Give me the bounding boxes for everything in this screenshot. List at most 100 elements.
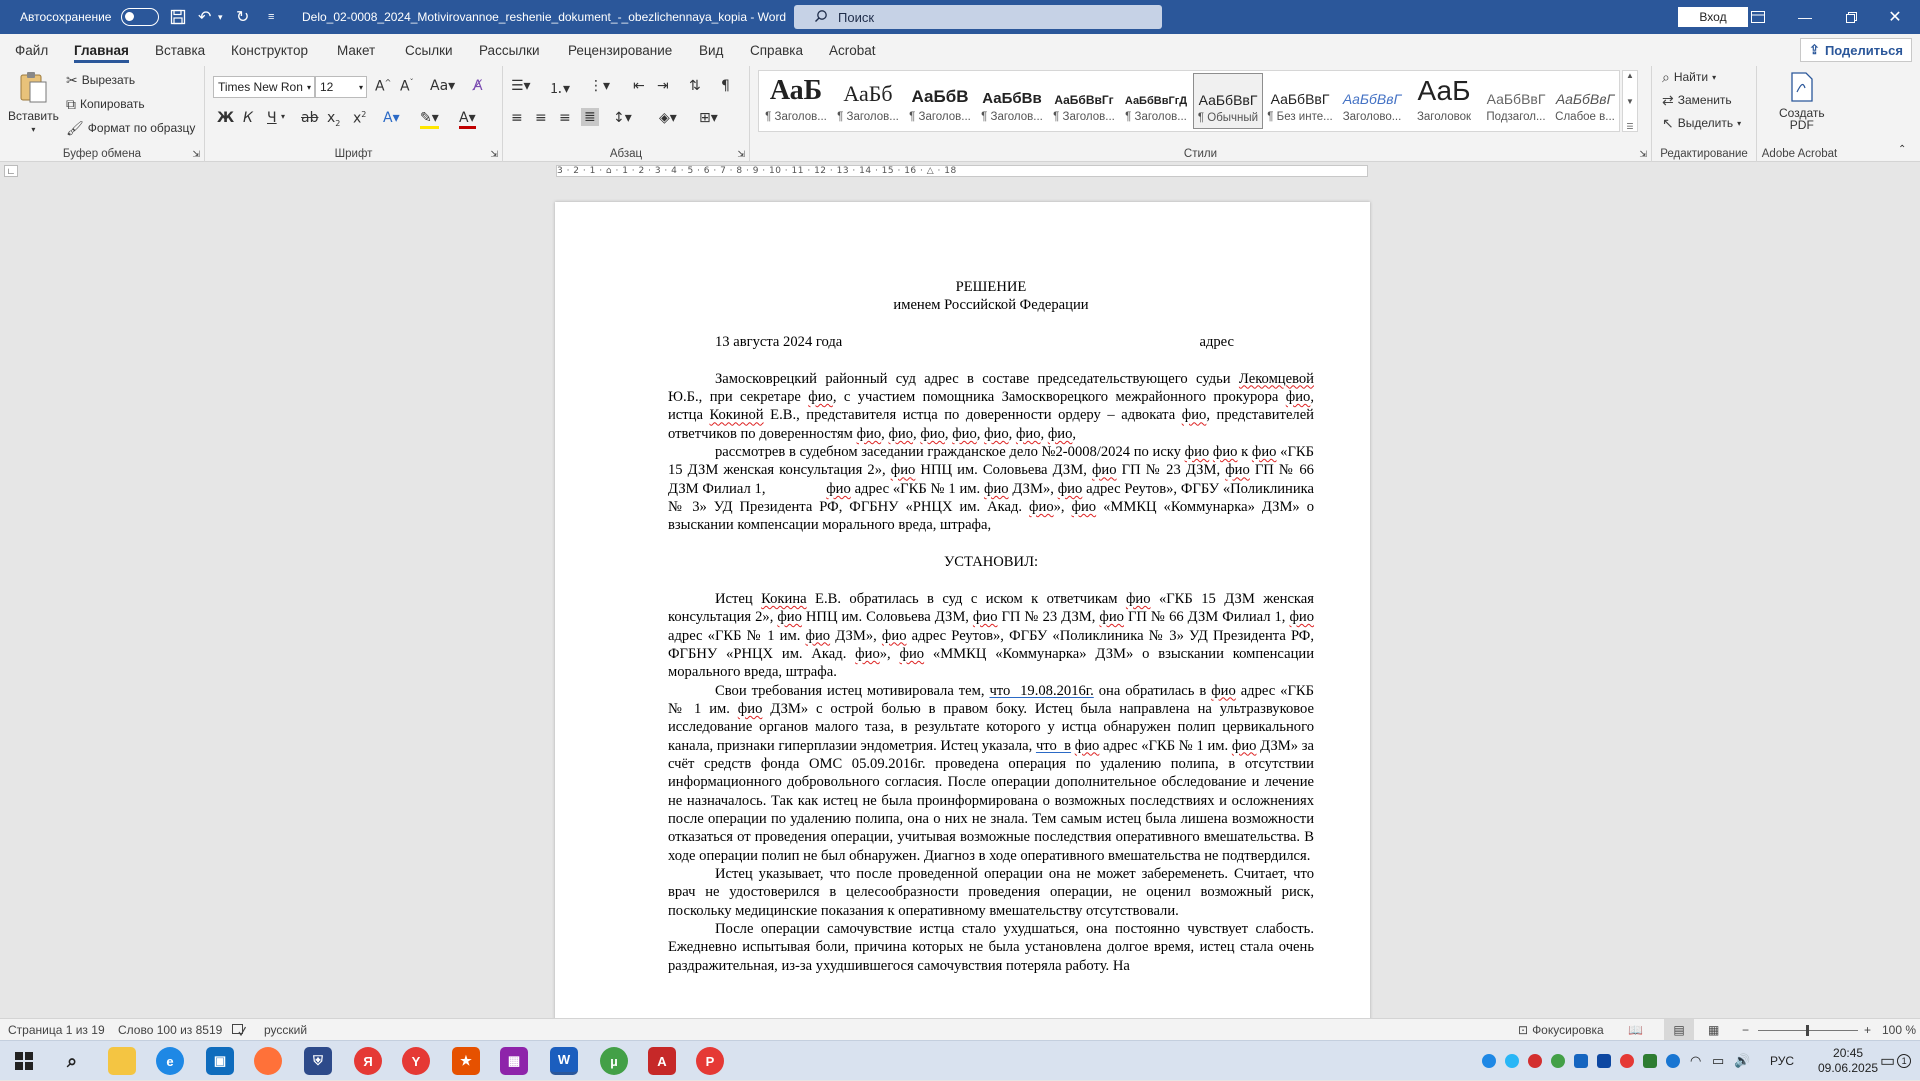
sort-icon[interactable]: ⇅ [689,78,701,94]
reader-icon[interactable]: P [696,1047,724,1075]
tab-help[interactable]: Справка [750,34,803,66]
tray-shield-icon[interactable] [1643,1054,1657,1068]
print-layout-icon[interactable]: ▤ [1664,1019,1694,1041]
change-case-icon[interactable]: Aa▾ [430,78,455,94]
chevron-down-icon[interactable]: ▼ [1626,97,1634,106]
read-mode-icon[interactable]: 📖 [1628,1019,1643,1041]
battery-icon[interactable]: ▭ [1712,1041,1724,1081]
zoom-slider[interactable] [1758,1019,1858,1041]
bullets-icon[interactable]: ☰▾ [511,78,531,94]
input-language[interactable]: РУС [1770,1041,1794,1081]
tab-home[interactable]: Главная [74,34,129,66]
word-icon[interactable]: W [550,1047,578,1075]
save-icon[interactable] [170,0,186,34]
chevron-up-icon[interactable]: ▲ [1626,71,1634,80]
document-workspace[interactable]: РЕШЕНИЕ именем Российской Федерации 13 а… [0,180,1920,1018]
notifications-button[interactable]: ▭ 1 [1880,1041,1912,1081]
justify-icon[interactable]: ≣ [581,108,599,126]
horizontal-ruler[interactable]: 3 · 2 · 1 · ⌂ · 1 · 2 · 3 · 4 · 5 · 6 · … [556,165,1368,177]
style-no-spacing[interactable]: АаБбВвГ ¶ Без инте... [1265,73,1335,129]
bold-icon[interactable]: Ж [217,110,234,126]
zoom-level[interactable]: 100 % [1882,1019,1916,1041]
yandex-browser-icon[interactable]: Y [402,1047,430,1075]
minimize-icon[interactable]: — [1782,0,1828,34]
align-center-icon[interactable]: ≡ [535,110,547,126]
word-count[interactable]: Слово 100 из 8519 [118,1019,222,1041]
file-explorer-icon[interactable] [108,1047,136,1075]
zoom-out-icon[interactable]: − [1742,1019,1749,1041]
tab-selector-icon[interactable]: ∟ [4,165,18,177]
format-painter-button[interactable]: 🖌 Формат по образцу [66,121,195,135]
style-heading-alt[interactable]: АаБбВвГ Заголово... [1337,73,1407,129]
autosave-toggle[interactable] [121,8,160,26]
select-button[interactable]: ↖ Выделить ▾ [1662,116,1741,130]
line-spacing-icon[interactable]: ↕▾ [613,110,632,126]
tray-torrent-icon[interactable] [1551,1054,1565,1068]
style-title[interactable]: АаБ Заголовок [1409,73,1479,129]
clear-formatting-icon[interactable]: A̸ [473,78,483,94]
tab-mailings[interactable]: Рассылки [479,34,540,66]
document-body[interactable]: РЕШЕНИЕ именем Российской Федерации 13 а… [668,278,1314,975]
style-heading-2[interactable]: АаБб ¶ Заголов... [833,73,903,129]
tab-acrobat[interactable]: Acrobat [829,34,876,66]
tray-grid-icon[interactable] [1574,1054,1588,1068]
shrink-font-icon[interactable]: Aˇ [400,78,414,95]
paragraph-launcher-icon[interactable]: ⇲ [737,150,745,160]
find-button[interactable]: ⌕ Найти ▾ [1662,70,1716,84]
undo-dropdown-icon[interactable]: ▾ [218,0,223,34]
page-count[interactable]: Страница 1 из 19 [8,1019,105,1041]
torrent-icon[interactable]: µ [600,1047,628,1075]
more-styles-icon[interactable]: ☰ [1626,122,1633,131]
numbering-icon[interactable]: ⒈▾ [549,78,570,98]
multilevel-list-icon[interactable]: ⋮▾ [589,78,610,94]
borders-icon[interactable]: ⊞▾ [699,110,718,126]
superscript-icon[interactable]: x2 [353,110,366,127]
styles-gallery-scroll[interactable]: ▲ ▼ ☰ [1622,70,1638,132]
collapse-ribbon-icon[interactable]: ⌃ [1898,144,1906,155]
search-icon[interactable]: ⌕ [58,1047,86,1075]
tab-view[interactable]: Вид [699,34,723,66]
grow-font-icon[interactable]: A^ [375,78,391,95]
style-normal[interactable]: АаБбВвГ ¶ Обычный [1193,73,1263,129]
language-indicator[interactable]: русский [264,1019,307,1041]
wifi-icon[interactable]: ◠ [1690,1041,1701,1081]
align-right-icon[interactable]: ≡ [559,110,571,126]
copy-button[interactable]: ⧉ Копировать [66,97,145,111]
autosave-control[interactable]: Автосохранение [20,0,160,34]
font-size-select[interactable]: 12 ▾ [315,76,367,98]
create-pdf-button[interactable]: Создать PDF [1779,72,1825,132]
tab-references[interactable]: Ссылки [405,34,453,66]
tray-app-icon[interactable] [1482,1054,1496,1068]
underline-icon[interactable]: Ч [267,110,277,126]
underline-dropdown-icon[interactable]: ▾ [281,112,285,121]
firefox-icon[interactable] [254,1047,282,1075]
align-left-icon[interactable]: ≡ [511,110,523,126]
tab-design[interactable]: Конструктор [231,34,308,66]
tab-layout[interactable]: Макет [337,34,375,66]
ribbon-display-options-icon[interactable] [1735,0,1781,34]
tab-file[interactable]: Файл [15,34,48,66]
shield-app-icon[interactable]: ⛨ [304,1047,332,1075]
proofing-icon[interactable] [232,1019,246,1041]
redo-icon[interactable]: ↻ [236,0,249,34]
style-heading-6[interactable]: АаБбВвГгД ¶ Заголов... [1121,73,1191,129]
increase-indent-icon[interactable]: ⇥ [657,78,669,94]
document-page[interactable]: РЕШЕНИЕ именем Российской Федерации 13 а… [555,202,1370,1018]
style-subtle-emphasis[interactable]: АаБбВвГ Слабое в... [1553,73,1617,129]
shading-icon[interactable]: ◈▾ [659,110,677,126]
tray-red-icon[interactable] [1528,1054,1542,1068]
style-heading-4[interactable]: АаБбВв ¶ Заголов... [977,73,1047,129]
search-box[interactable]: Поиск [794,5,1162,29]
bluetooth-icon[interactable] [1666,1054,1680,1068]
restore-icon[interactable] [1828,0,1874,34]
shield-star-icon[interactable]: ★ [452,1047,480,1075]
style-heading-1[interactable]: АаБ ¶ Заголов... [761,73,831,129]
replace-button[interactable]: ⇄ Заменить [1662,93,1732,107]
style-heading-3[interactable]: АаБбВ ¶ Заголов... [905,73,975,129]
edge-icon[interactable]: e [156,1047,184,1075]
yandex-icon[interactable]: Я [354,1047,382,1075]
tab-insert[interactable]: Вставка [155,34,205,66]
decrease-indent-icon[interactable]: ⇤ [633,78,645,94]
paste-button[interactable]: Вставить ▾ [8,70,59,134]
clipboard-launcher-icon[interactable]: ⇲ [192,150,200,160]
